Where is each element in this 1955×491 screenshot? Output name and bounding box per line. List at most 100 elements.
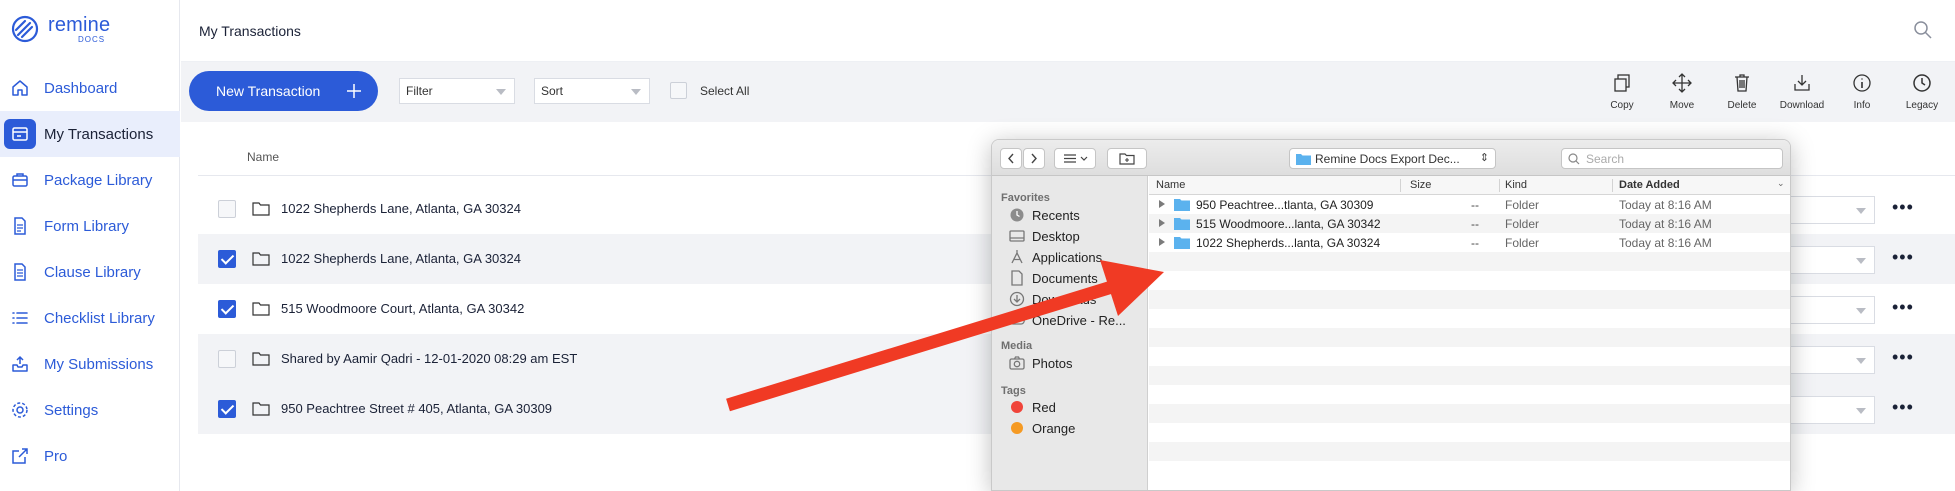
plus-icon [347,84,361,98]
more-icon[interactable]: ••• [1892,348,1914,366]
more-icon[interactable]: ••• [1892,298,1914,316]
logo-name: remine [48,13,111,36]
column-date-added[interactable]: Date Added [1619,179,1680,191]
disclosure-triangle-icon[interactable] [1159,200,1165,208]
sidebar-item-dashboard[interactable]: Dashboard [0,65,180,111]
row-checkbox[interactable] [218,350,236,368]
row-checkbox[interactable] [218,400,236,418]
finder-search-input[interactable]: Search [1561,148,1783,169]
chevron-down-icon [1856,208,1866,214]
sidebar-item-form-library[interactable]: Form Library [0,203,180,249]
finder-row-date: Today at 8:16 AM [1619,198,1712,212]
disclosure-triangle-icon[interactable] [1159,238,1165,246]
external-link-icon [12,448,28,464]
new-folder-button[interactable] [1107,148,1147,169]
download-icon [1794,75,1810,91]
row-status-select[interactable] [1778,346,1875,374]
finder-column-header: Name Size Kind Date Added ⌄ [1149,176,1790,195]
finder-window: Remine Docs Export Dec... ⇕ Search Favor… [991,139,1791,491]
row-status-select[interactable] [1778,296,1875,324]
row-status-select[interactable] [1778,246,1875,274]
sort-select[interactable]: Sort [534,78,650,104]
back-button[interactable] [1000,148,1022,169]
chevron-down-icon [1856,308,1866,314]
finder-sidebar-documents[interactable]: Documents [1009,268,1098,288]
sidebar-item-clause-library[interactable]: Clause Library [0,249,180,295]
finder-sidebar-applications[interactable]: Applications [1009,247,1102,267]
column-kind[interactable]: Kind [1505,179,1527,191]
list-view-icon [1064,154,1088,163]
sidebar: remine DOCS Dashboard My Transactions Pa… [0,0,180,491]
download-button[interactable]: Download [1775,72,1829,111]
search-icon[interactable] [1913,20,1933,40]
logo[interactable]: remine DOCS [10,14,110,44]
finder-empty-row [1149,328,1790,347]
finder-sidebar-downloads[interactable]: Downloads [1009,289,1096,309]
select-all-checkbox[interactable] [670,82,687,99]
row-name[interactable]: 515 Woodmoore Court, Atlanta, GA 30342 [281,301,524,316]
column-name[interactable]: Name [1156,179,1185,191]
folder-icon [1296,154,1311,165]
finder-sidebar-tag-orange[interactable]: Orange [1009,418,1075,438]
more-icon[interactable]: ••• [1892,248,1914,266]
sidebar-item-checklist-library[interactable]: Checklist Library [0,295,180,341]
sidebar-item-label: Checklist Library [44,309,155,327]
delete-button[interactable]: Delete [1715,72,1769,111]
more-icon[interactable]: ••• [1892,198,1914,216]
finder-row[interactable]: 1022 Shepherds...lanta, GA 30324 -- Fold… [1149,233,1790,252]
sidebar-item-my-transactions[interactable]: My Transactions [0,111,180,157]
downloads-icon [1009,291,1025,307]
chevron-down-icon [496,89,506,95]
finder-sidebar-label: Orange [1032,420,1076,436]
finder-toolbar: Remine Docs Export Dec... ⇕ Search [992,140,1790,176]
row-checkbox[interactable] [218,200,236,218]
finder-sidebar-label: Recents [1032,207,1080,223]
finder-row-size: -- [1471,217,1479,231]
column-size[interactable]: Size [1410,179,1431,191]
finder-sidebar-tag-red[interactable]: Red [1009,397,1056,417]
sidebar-item-settings[interactable]: Settings [0,387,180,433]
row-name[interactable]: 1022 Shepherds Lane, Atlanta, GA 30324 [281,251,521,266]
finder-sidebar-recents[interactable]: Recents [1009,205,1080,225]
info-label: Info [1853,100,1871,111]
row-status-select[interactable] [1778,196,1875,224]
finder-sidebar: Favorites Recents Desktop Applications D… [992,176,1148,490]
new-transaction-button[interactable]: New Transaction [189,71,378,111]
move-icon [1672,73,1692,93]
clause-icon [14,263,26,281]
sidebar-item-pro[interactable]: Pro [0,433,180,479]
finder-sidebar-onedrive[interactable]: OneDrive - Re... [1009,310,1126,330]
sidebar-item-my-submissions[interactable]: My Submissions [0,341,180,387]
form-icon [14,217,26,235]
folder-icon [252,352,270,366]
filter-select[interactable]: Filter [399,78,515,104]
finder-row[interactable]: 950 Peachtree...tlanta, GA 30309 -- Fold… [1149,195,1790,214]
legacy-button[interactable]: Legacy [1895,72,1949,111]
sidebar-item-label: My Transactions [44,125,154,143]
view-options-button[interactable] [1054,148,1096,169]
move-button[interactable]: Move [1655,72,1709,111]
select-all[interactable]: Select All [670,82,749,99]
finder-row-kind: Folder [1505,217,1540,231]
row-name[interactable]: Shared by Aamir Qadri - 12-01-2020 08:29… [281,351,577,366]
row-checkbox[interactable] [218,300,236,318]
checklist-icon [12,312,28,324]
row-name[interactable]: 950 Peachtree Street # 405, Atlanta, GA … [281,401,552,416]
finder-row[interactable]: 515 Woodmoore...lanta, GA 30342 -- Folde… [1149,214,1790,233]
row-checkbox[interactable] [218,250,236,268]
forward-button[interactable] [1023,148,1045,169]
copy-label: Copy [1610,100,1634,111]
column-header-name[interactable]: Name [247,150,279,164]
copy-button[interactable]: Copy [1595,72,1649,111]
row-name[interactable]: 1022 Shepherds Lane, Atlanta, GA 30324 [281,201,521,216]
finder-sidebar-photos[interactable]: Photos [1009,353,1072,373]
info-button[interactable]: Info [1835,72,1889,111]
column-divider [1612,179,1613,192]
more-icon[interactable]: ••• [1892,398,1914,416]
sidebar-item-package-library[interactable]: Package Library [0,157,180,203]
finder-sidebar-desktop[interactable]: Desktop [1009,226,1080,246]
folder-icon [1174,237,1190,249]
row-status-select[interactable] [1778,396,1875,424]
path-dropdown[interactable]: Remine Docs Export Dec... ⇕ [1289,148,1496,169]
disclosure-triangle-icon[interactable] [1159,219,1165,227]
